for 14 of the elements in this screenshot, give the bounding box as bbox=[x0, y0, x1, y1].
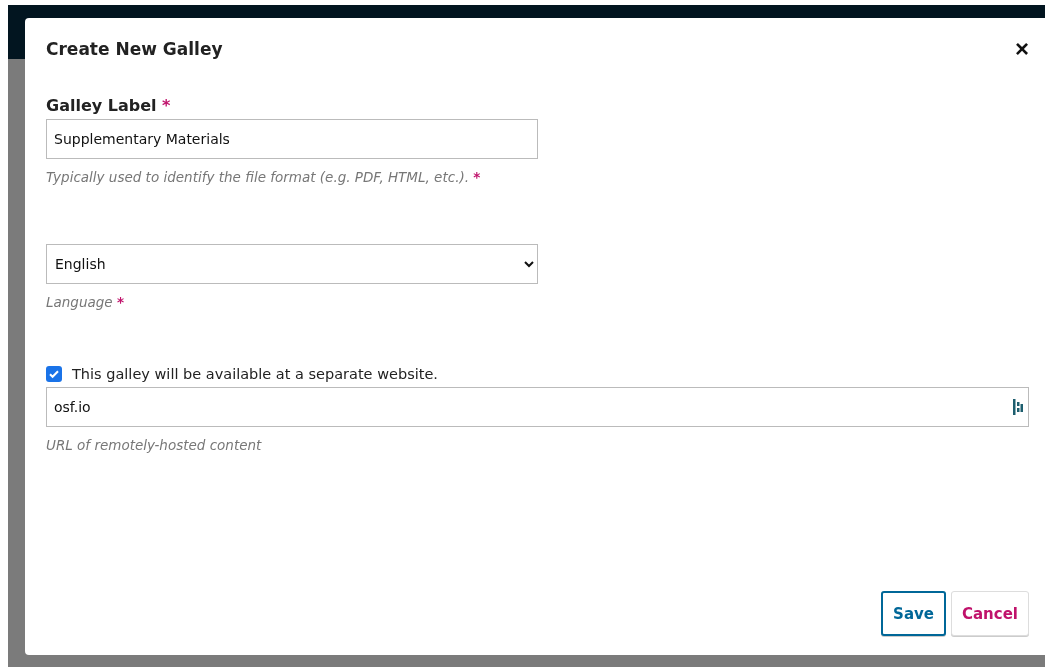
checkbox-label: This galley will be available at a separate website. bbox=[72, 366, 438, 382]
language-select[interactable]: English bbox=[46, 244, 538, 284]
field-label: Galley Label * bbox=[46, 96, 172, 115]
cancel-button[interactable]: Cancel bbox=[951, 591, 1029, 636]
field-hint: Language * bbox=[46, 293, 125, 312]
field-hint: URL of remotely-hosted content bbox=[46, 436, 263, 455]
dialog-title: Create New Galley bbox=[46, 39, 223, 59]
close-button[interactable]: × bbox=[1015, 37, 1029, 61]
text-field[interactable]: Supplementary Materials bbox=[46, 119, 538, 159]
field-hint: Typically used to identify the file format (e.g. PDF, HTML, etc.). * bbox=[46, 168, 482, 187]
save-button[interactable]: Save bbox=[881, 591, 946, 636]
url-field[interactable]: osf.io bbox=[46, 387, 1029, 427]
bars-icon[interactable] bbox=[1013, 399, 1023, 415]
checkbox[interactable] bbox=[46, 366, 62, 382]
